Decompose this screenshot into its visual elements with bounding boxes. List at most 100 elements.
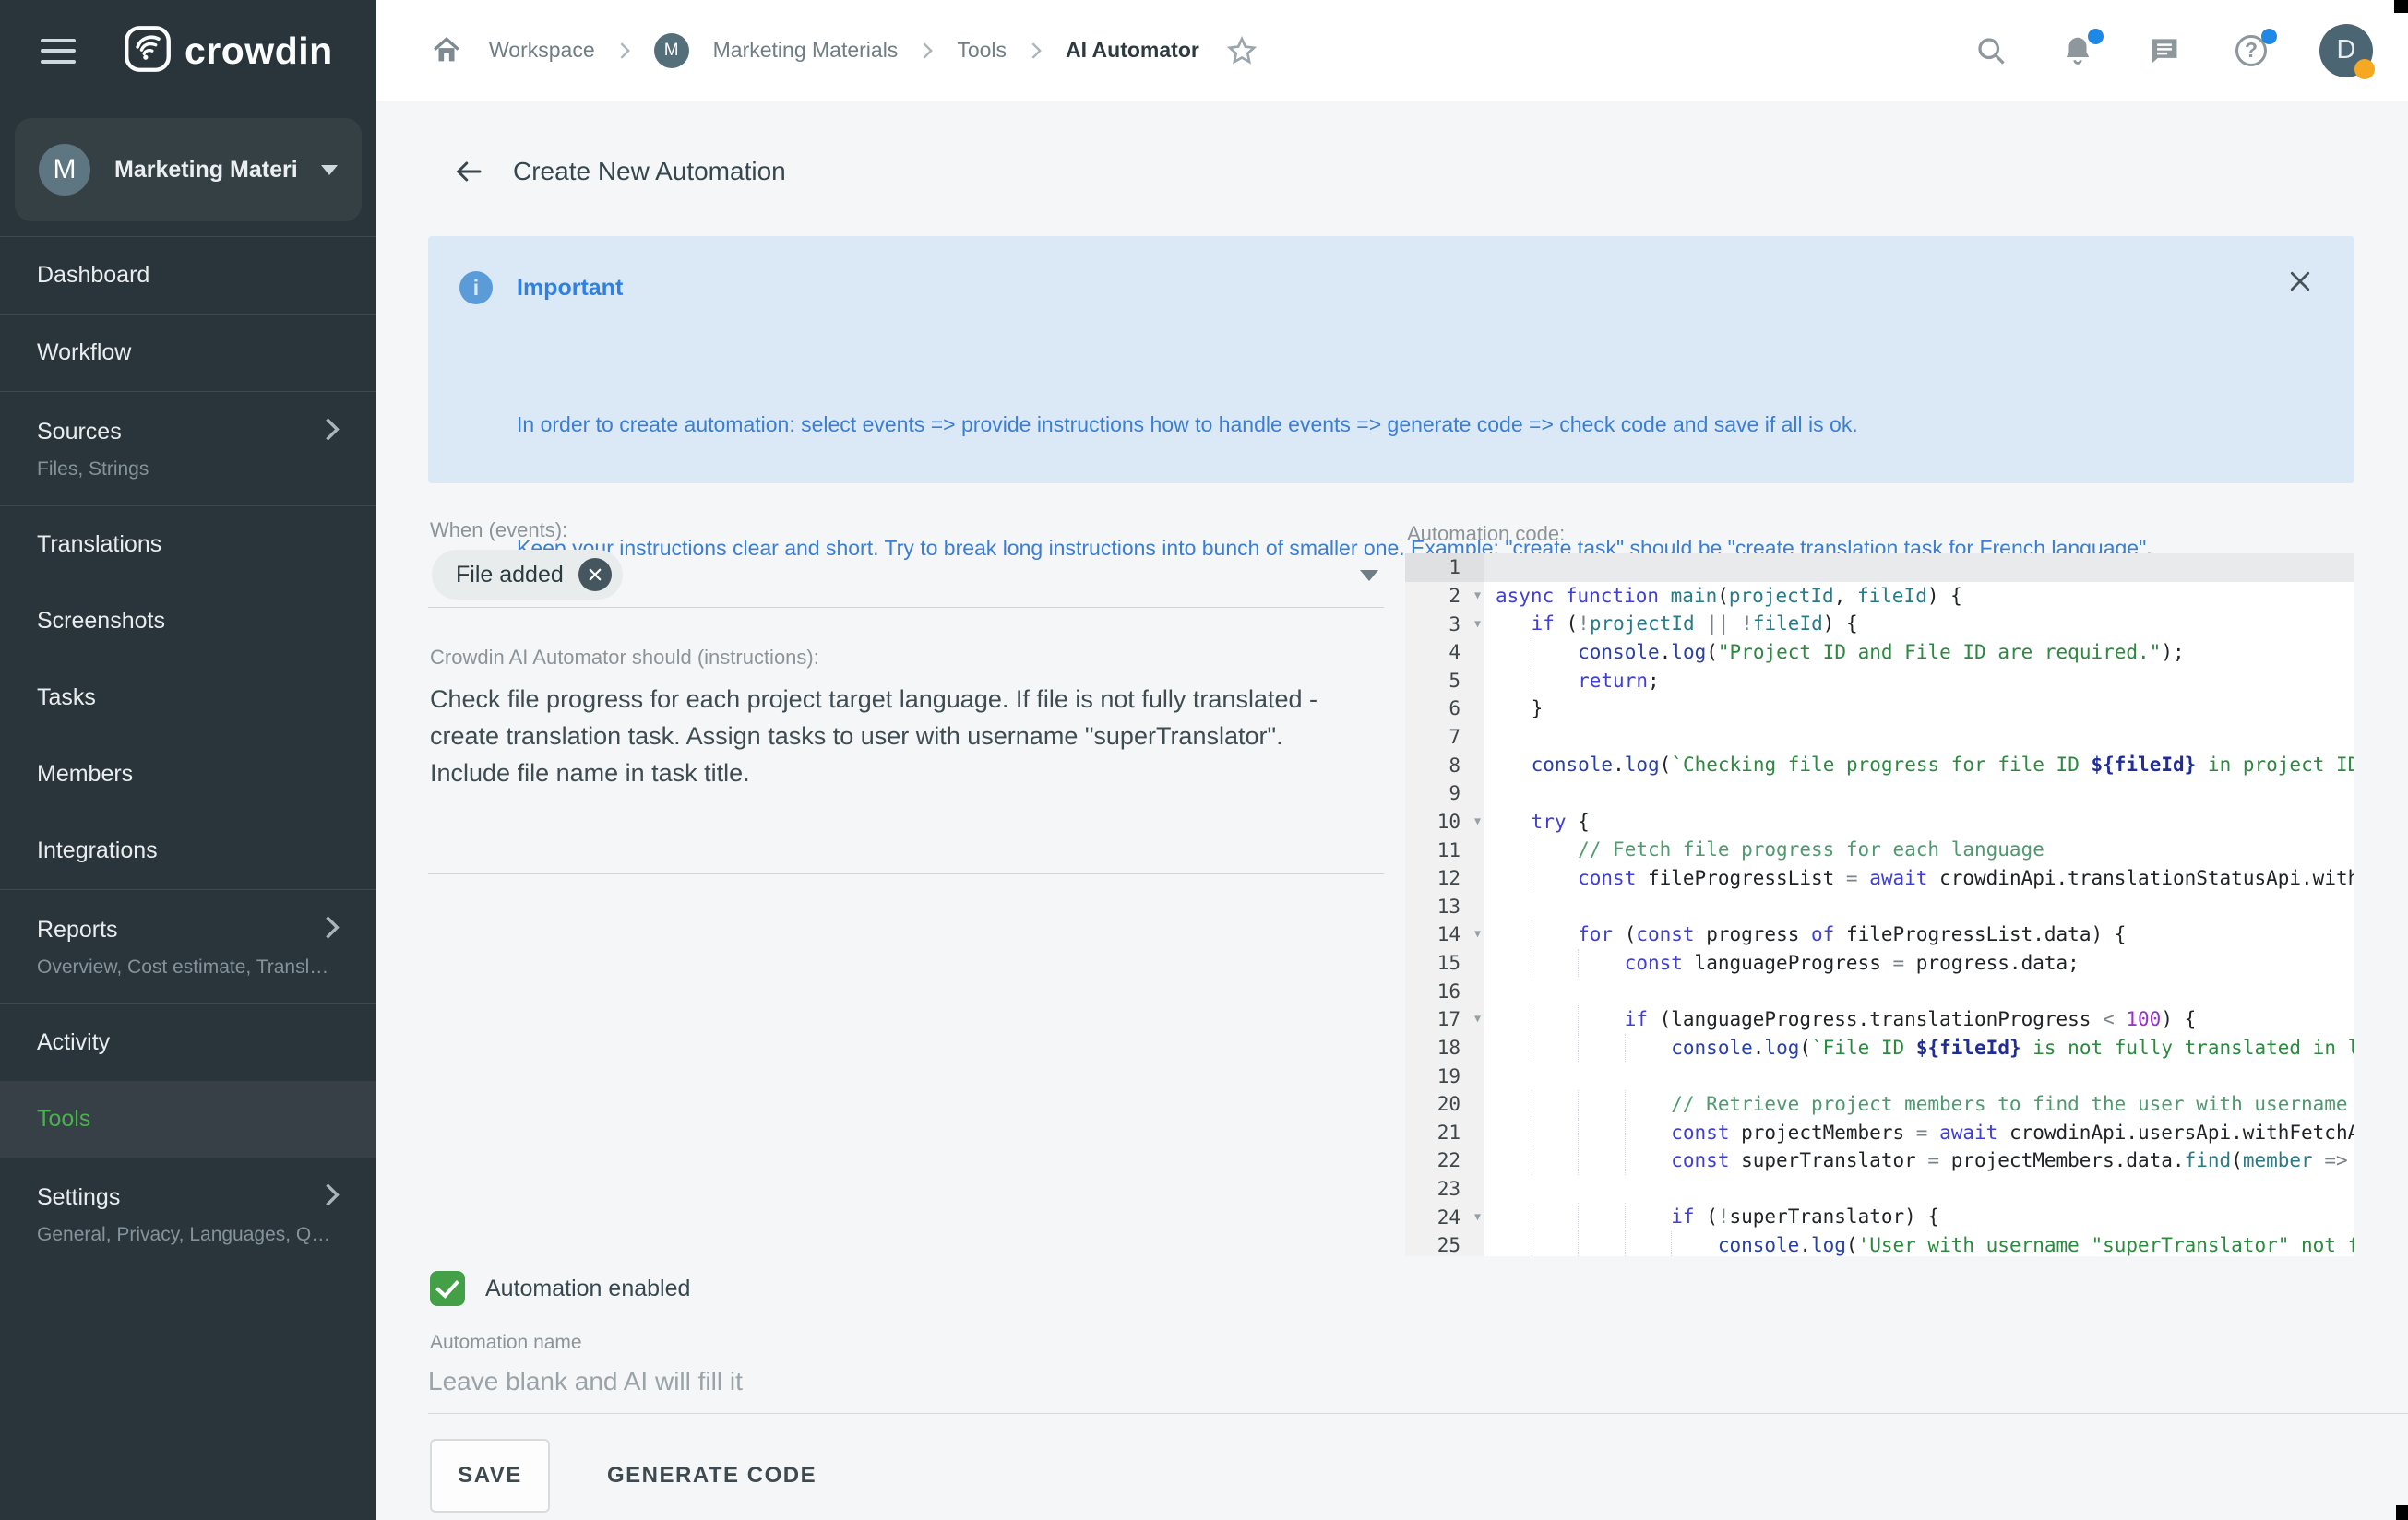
gutter-line-number: 7 [1405,723,1484,752]
remove-event-icon[interactable] [578,558,612,591]
code-line[interactable]: 25console.log('User with username "super… [1405,1231,2354,1256]
page-header: Create New Automation [452,155,786,188]
help-icon[interactable]: ? [2233,32,2270,69]
crowdin-logo[interactable]: crowdin [124,25,333,77]
automation-enabled-label: Automation enabled [485,1276,690,1302]
sidebar: crowdin M Marketing Materi… Dashboard Wor… [0,0,376,1520]
sidebar-item-reports[interactable]: ReportsOverview, Cost estimate, Transl… [0,890,376,1003]
screen-artifact [2394,0,2408,13]
fold-arrow-icon[interactable]: ▾ [1474,927,1481,942]
chevron-right-icon [324,417,340,446]
project-selector[interactable]: M Marketing Materi… [15,118,362,221]
breadcrumb: Workspace M Marketing Materials Tools AI… [428,32,1260,69]
sidebar-item-dashboard[interactable]: Dashboard [0,237,376,314]
sidebar-item-tools[interactable]: Tools [0,1081,376,1158]
breadcrumb-project[interactable]: Marketing Materials [713,38,899,63]
messages-icon[interactable] [2146,32,2183,69]
breadcrumb-workspace[interactable]: Workspace [489,38,595,63]
user-avatar-initial: D [2337,35,2356,65]
instructions-label: Crowdin AI Automator should (instruction… [430,646,819,670]
code-line[interactable]: 18console.log(`File ID ${fileId} is not … [1405,1034,2354,1063]
info-alert: i Important In order to create automatio… [428,236,2354,483]
event-chip-label: File added [456,562,564,588]
user-status-badge [2354,59,2375,79]
sidebar-item-integrations[interactable]: Integrations [0,813,376,889]
gutter-line-number: 12 [1405,864,1484,893]
instructions-textarea[interactable]: Check file progress for each project tar… [430,681,1389,791]
event-chip-file-added[interactable]: File added [432,550,623,600]
gutter-line-number: 21 [1405,1119,1484,1147]
generate-code-button[interactable]: GENERATE CODE [590,1439,833,1513]
code-line[interactable]: 15const languageProgress = progress.data… [1405,949,2354,978]
code-line[interactable]: 23 [1405,1175,2354,1204]
breadcrumb-tools[interactable]: Tools [957,38,1007,63]
code-line[interactable]: 8console.log(`Checking file progress for… [1405,751,2354,779]
sidebar-item-members[interactable]: Members [0,736,376,813]
gutter-line-number: 1 [1405,553,1484,582]
code-line[interactable]: 1 [1405,553,2354,582]
sidebar-item-sources[interactable]: SourcesFiles, Strings [0,392,376,505]
gutter-line-number: 6 [1405,695,1484,723]
sidebar-item-settings[interactable]: SettingsGeneral, Privacy, Languages, Q… [0,1158,376,1271]
code-line[interactable]: 22const superTranslator = projectMembers… [1405,1146,2354,1175]
project-name: Marketing Materi… [114,157,297,184]
fold-arrow-icon[interactable]: ▾ [1474,588,1481,603]
code-line[interactable]: 3▾if (!projectId || !fileId) { [1405,610,2354,638]
home-icon[interactable] [428,32,465,69]
code-line[interactable]: 13 [1405,893,2354,921]
close-icon[interactable] [2286,267,2314,300]
fold-arrow-icon[interactable]: ▾ [1474,814,1481,829]
sidebar-item-sublabel: Files, Strings [37,458,340,481]
sidebar-item-label: Tasks [37,684,96,711]
gutter-line-number: 5 [1405,667,1484,695]
sidebar-item-label: Integrations [37,837,158,864]
topbar: Workspace M Marketing Materials Tools AI… [376,0,2408,101]
fold-arrow-icon[interactable]: ▾ [1474,616,1481,631]
notification-badge [2088,29,2104,44]
code-editor[interactable]: 12▾async function main(projectId, fileId… [1405,553,2354,1256]
sidebar-item-tasks[interactable]: Tasks [0,659,376,736]
automation-enabled-row[interactable]: Automation enabled [430,1271,690,1306]
code-line[interactable]: 5return; [1405,667,2354,695]
gutter-line-number: 2▾ [1405,582,1484,611]
code-line[interactable]: 21const projectMembers = await crowdinAp… [1405,1119,2354,1147]
save-button[interactable]: SAVE [430,1439,550,1513]
sidebar-item-workflow[interactable]: Workflow [0,315,376,391]
code-line[interactable]: 16 [1405,977,2354,1005]
fold-arrow-icon[interactable]: ▾ [1474,1209,1481,1224]
user-avatar[interactable]: D [2319,24,2373,77]
code-line[interactable]: 24▾if (!superTranslator) { [1405,1203,2354,1231]
star-icon[interactable] [1223,32,1260,69]
gutter-line-number: 19 [1405,1062,1484,1090]
code-line[interactable]: 12const fileProgressList = await crowdin… [1405,864,2354,893]
sidebar-item-label: Dashboard [37,262,149,289]
sidebar-item-activity[interactable]: Activity [0,1004,376,1081]
code-line[interactable]: 14▾for (const progress of fileProgressLi… [1405,920,2354,949]
code-line[interactable]: 2▾async function main(projectId, fileId)… [1405,582,2354,611]
automation-name-input[interactable] [428,1354,2354,1409]
code-line[interactable]: 17▾if (languageProgress.translationProgr… [1405,1005,2354,1034]
code-line[interactable]: 6} [1405,695,2354,723]
code-line[interactable]: 4console.log("Project ID and File ID are… [1405,638,2354,667]
code-line[interactable]: 20// Retrieve project members to find th… [1405,1090,2354,1119]
automation-enabled-checkbox[interactable] [430,1271,465,1306]
code-line[interactable]: 19 [1405,1062,2354,1090]
events-select-underline [428,607,1384,608]
chevron-right-icon [619,42,630,60]
events-label: When (events): [430,518,567,542]
sidebar-item-translations[interactable]: Translations [0,506,376,583]
gutter-line-number: 20 [1405,1090,1484,1119]
hamburger-menu-icon[interactable] [41,39,76,64]
code-line[interactable]: 9 [1405,779,2354,808]
back-arrow-icon[interactable] [452,155,485,188]
code-line[interactable]: 10▾try { [1405,808,2354,837]
code-line[interactable]: 7 [1405,723,2354,752]
code-line[interactable]: 11// Fetch file progress for each langua… [1405,836,2354,864]
search-icon[interactable] [1973,32,2009,69]
gutter-line-number: 24▾ [1405,1203,1484,1231]
events-select-caret-icon[interactable] [1360,570,1378,581]
automation-code-label: Automation code: [1407,522,1565,546]
notifications-bell-icon[interactable] [2059,32,2096,69]
sidebar-item-screenshots[interactable]: Screenshots [0,583,376,659]
fold-arrow-icon[interactable]: ▾ [1474,1012,1481,1027]
